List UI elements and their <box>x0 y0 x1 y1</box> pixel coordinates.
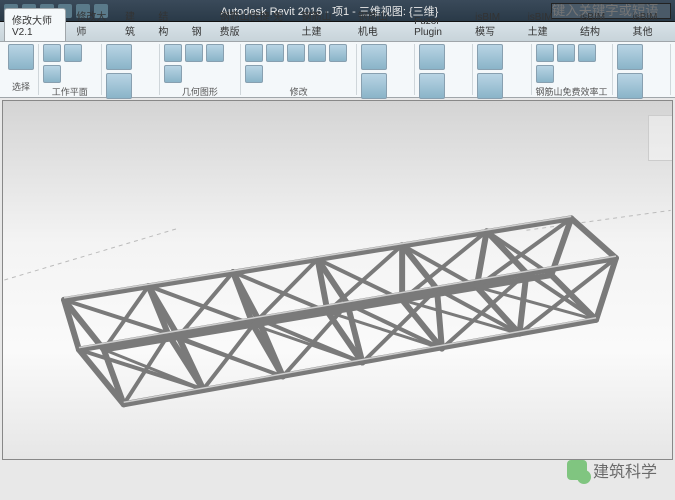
tab-11[interactable]: isBIM结构 <box>572 8 622 41</box>
tool-icon[interactable] <box>536 65 554 83</box>
tab-3[interactable]: 结构 <box>150 4 181 41</box>
watermark: 建筑科学 <box>567 458 657 482</box>
viewport-3d[interactable] <box>2 100 673 460</box>
panel-8: 钢筋山免费效率工具 <box>532 44 613 95</box>
tool-icon[interactable] <box>106 73 132 99</box>
panel-4: 修改 <box>241 44 357 95</box>
panel-9: 详细编辑 <box>613 44 671 95</box>
tool-icon[interactable] <box>245 65 263 83</box>
tool-icon[interactable] <box>185 44 203 62</box>
viewcube[interactable] <box>648 115 672 161</box>
watermark-text: 建筑科学 <box>593 458 657 482</box>
tool-icon[interactable] <box>536 44 554 62</box>
panel-3: 几何图形 <box>160 44 241 95</box>
tool-icon[interactable] <box>361 44 387 70</box>
tool-icon[interactable] <box>245 44 263 62</box>
panel-7: 创建 <box>473 44 531 95</box>
tool-icon[interactable] <box>206 44 224 62</box>
panel-6: 测量 <box>415 44 473 95</box>
tab-1[interactable]: 修改大师 <box>68 4 115 41</box>
tool-icon[interactable] <box>164 65 182 83</box>
tab-7[interactable]: 钢筋山机电 <box>350 4 404 41</box>
tool-icon[interactable] <box>43 65 61 83</box>
tool-icon[interactable] <box>329 44 347 62</box>
wechat-icon <box>567 460 587 480</box>
tab-12[interactable]: isBIM其他 <box>625 8 675 41</box>
tool-icon[interactable] <box>64 44 82 62</box>
tab-2[interactable]: 建筑 <box>117 4 148 41</box>
tool-icon[interactable] <box>266 44 284 62</box>
panel-label: 几何图形 <box>182 83 218 100</box>
tab-8[interactable]: Fuzor Plugin <box>406 12 465 41</box>
tool-icon[interactable] <box>106 44 132 70</box>
tool-icon[interactable] <box>8 44 34 70</box>
tool-icon[interactable] <box>578 44 596 62</box>
tool-icon[interactable] <box>287 44 305 62</box>
tool-icon[interactable] <box>361 73 387 99</box>
panel-2: 剪贴板 <box>102 44 160 95</box>
panel-0: 选择 <box>4 44 39 95</box>
tool-icon[interactable] <box>557 44 575 62</box>
tool-icon[interactable] <box>617 73 643 99</box>
panel-label: 修改 <box>290 83 308 100</box>
ribbon: 选择工作平面剪贴板几何图形修改视图测量创建钢筋山免费效率工具详细编辑 <box>0 42 675 98</box>
tool-icon[interactable] <box>419 44 445 70</box>
tab-0[interactable]: 修改大师V2.1 <box>4 8 66 41</box>
tool-icon[interactable] <box>419 73 445 99</box>
tool-icon[interactable] <box>164 44 182 62</box>
tool-icon[interactable] <box>43 44 61 62</box>
tab-9[interactable]: isBIM模写 <box>467 8 517 41</box>
tab-10[interactable]: isBIM土建 <box>520 8 570 41</box>
tool-icon[interactable] <box>477 44 503 70</box>
tool-icon[interactable] <box>617 44 643 70</box>
tab-4[interactable]: 钢 <box>184 19 210 41</box>
ribbon-tabs: 修改大师V2.1修改大师建筑结构钢钢筋山快捷·免费版钢筋山土建钢筋山机电Fuzo… <box>0 22 675 42</box>
tool-icon[interactable] <box>477 73 503 99</box>
panel-label: 工作平面 <box>52 83 88 100</box>
panel-label: 选择 <box>12 78 30 95</box>
panel-5: 视图 <box>357 44 415 95</box>
panel-1: 工作平面 <box>39 44 102 95</box>
tab-5[interactable]: 钢筋山快捷·免费版 <box>212 4 292 41</box>
tab-6[interactable]: 钢筋山土建 <box>294 4 348 41</box>
truss-3d-model <box>3 101 672 459</box>
tool-icon[interactable] <box>308 44 326 62</box>
